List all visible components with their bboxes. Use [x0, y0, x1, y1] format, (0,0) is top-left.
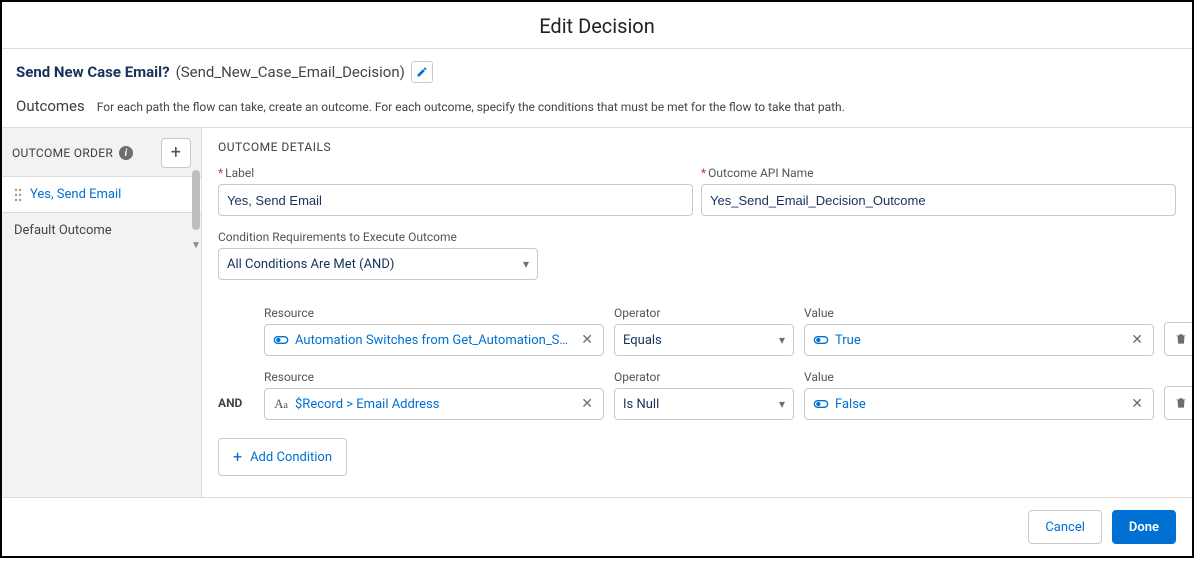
outcome-details-heading: OUTCOME DETAILS	[218, 140, 1176, 154]
operator-column-label: Operator	[614, 370, 794, 384]
chevron-down-icon: ▾	[779, 397, 785, 411]
trash-icon	[1174, 396, 1188, 410]
resource-value: Automation Switches from Get_Automation_…	[295, 333, 573, 348]
resource-picker[interactable]: Aa $Record > Email Address ✕	[264, 388, 604, 420]
operator-select[interactable]: Equals ▾	[614, 324, 794, 356]
value-column-label: Value	[804, 306, 1154, 320]
scrollbar-thumb[interactable]	[192, 170, 200, 230]
outcomes-description: For each path the flow can take, create …	[97, 100, 845, 114]
outcome-api-input[interactable]	[701, 184, 1176, 216]
operator-value: Equals	[623, 333, 662, 348]
clear-value-button[interactable]: ✕	[1129, 396, 1145, 412]
outcome-order-sidebar: OUTCOME ORDER i + Yes, Send Email Defaul…	[2, 128, 202, 497]
modal-title: Edit Decision	[2, 14, 1192, 38]
operator-column-label: Operator	[614, 306, 794, 320]
resource-picker[interactable]: Automation Switches from Get_Automation_…	[264, 324, 604, 356]
trash-icon	[1174, 332, 1188, 346]
chevron-down-icon: ▾	[779, 333, 785, 347]
clear-resource-button[interactable]: ✕	[579, 396, 595, 412]
pencil-icon	[416, 66, 428, 78]
modal-footer: Cancel Done	[2, 497, 1192, 556]
clear-value-button[interactable]: ✕	[1129, 332, 1145, 348]
done-button[interactable]: Done	[1112, 510, 1176, 544]
resource-value: $Record > Email Address	[295, 397, 439, 412]
decision-api-name: (Send_New_Case_Email_Decision)	[176, 63, 405, 81]
conditions-list: Resource Automation Switches from Get_Au…	[218, 304, 1176, 476]
outcomes-heading: Outcomes	[16, 97, 85, 115]
condition-requirements-value: All Conditions Are Met (AND)	[227, 257, 394, 272]
outcome-details-panel: OUTCOME DETAILS Label Outcome API Name C…	[202, 128, 1192, 497]
operator-select[interactable]: Is Null ▾	[614, 388, 794, 420]
cancel-button[interactable]: Cancel	[1028, 510, 1102, 544]
decision-summary: Send New Case Email? (Send_New_Case_Emai…	[2, 49, 1192, 127]
scroll-down-icon[interactable]: ▼	[191, 240, 201, 250]
outcome-list: Yes, Send Email Default Outcome	[2, 176, 201, 248]
clear-resource-button[interactable]: ✕	[579, 332, 595, 348]
decision-label: Send New Case Email?	[16, 63, 170, 81]
value-picker[interactable]: True ✕	[804, 324, 1154, 356]
resource-column-label: Resource	[264, 370, 604, 384]
value-column-label: Value	[804, 370, 1154, 384]
text-type-icon: Aa	[273, 396, 289, 412]
boolean-type-icon	[273, 332, 289, 348]
condition-prefix: AND	[218, 378, 254, 410]
outcome-item-label: Yes, Send Email	[30, 187, 121, 202]
outcome-item-yes-send-email[interactable]: Yes, Send Email	[2, 176, 201, 213]
condition-requirements-select[interactable]: All Conditions Are Met (AND) ▾	[218, 248, 538, 280]
outcome-item-default[interactable]: Default Outcome	[2, 213, 201, 248]
info-icon[interactable]: i	[119, 146, 133, 160]
boolean-type-icon	[813, 396, 829, 412]
condition-row: Resource Automation Switches from Get_Au…	[218, 304, 1176, 356]
condition-prefix	[218, 321, 254, 339]
value-value: True	[835, 333, 861, 348]
condition-row: AND Resource Aa $Record > Email Address …	[218, 368, 1176, 420]
edit-decision-modal: Edit Decision Send New Case Email? (Send…	[0, 0, 1194, 558]
boolean-type-icon	[813, 332, 829, 348]
condition-requirements-label: Condition Requirements to Execute Outcom…	[218, 230, 538, 244]
outcome-item-label: Default Outcome	[14, 223, 112, 238]
value-value: False	[835, 397, 866, 412]
operator-value: Is Null	[623, 397, 659, 412]
label-field-label: Label	[218, 166, 693, 180]
api-field-label: Outcome API Name	[701, 166, 1176, 180]
outcome-label-input[interactable]	[218, 184, 693, 216]
add-condition-button[interactable]: + Add Condition	[218, 438, 347, 476]
delete-condition-button[interactable]	[1164, 386, 1192, 420]
value-picker[interactable]: False ✕	[804, 388, 1154, 420]
chevron-down-icon: ▾	[523, 257, 529, 271]
delete-condition-button[interactable]	[1164, 322, 1192, 356]
edit-decision-button[interactable]	[411, 61, 433, 83]
plus-icon: +	[233, 449, 242, 465]
add-condition-label: Add Condition	[250, 450, 332, 465]
drag-handle-icon[interactable]	[14, 188, 22, 202]
modal-header: Edit Decision	[2, 2, 1192, 49]
add-outcome-button[interactable]: +	[161, 138, 191, 168]
resource-column-label: Resource	[264, 306, 604, 320]
outcome-order-label: OUTCOME ORDER	[12, 146, 113, 160]
